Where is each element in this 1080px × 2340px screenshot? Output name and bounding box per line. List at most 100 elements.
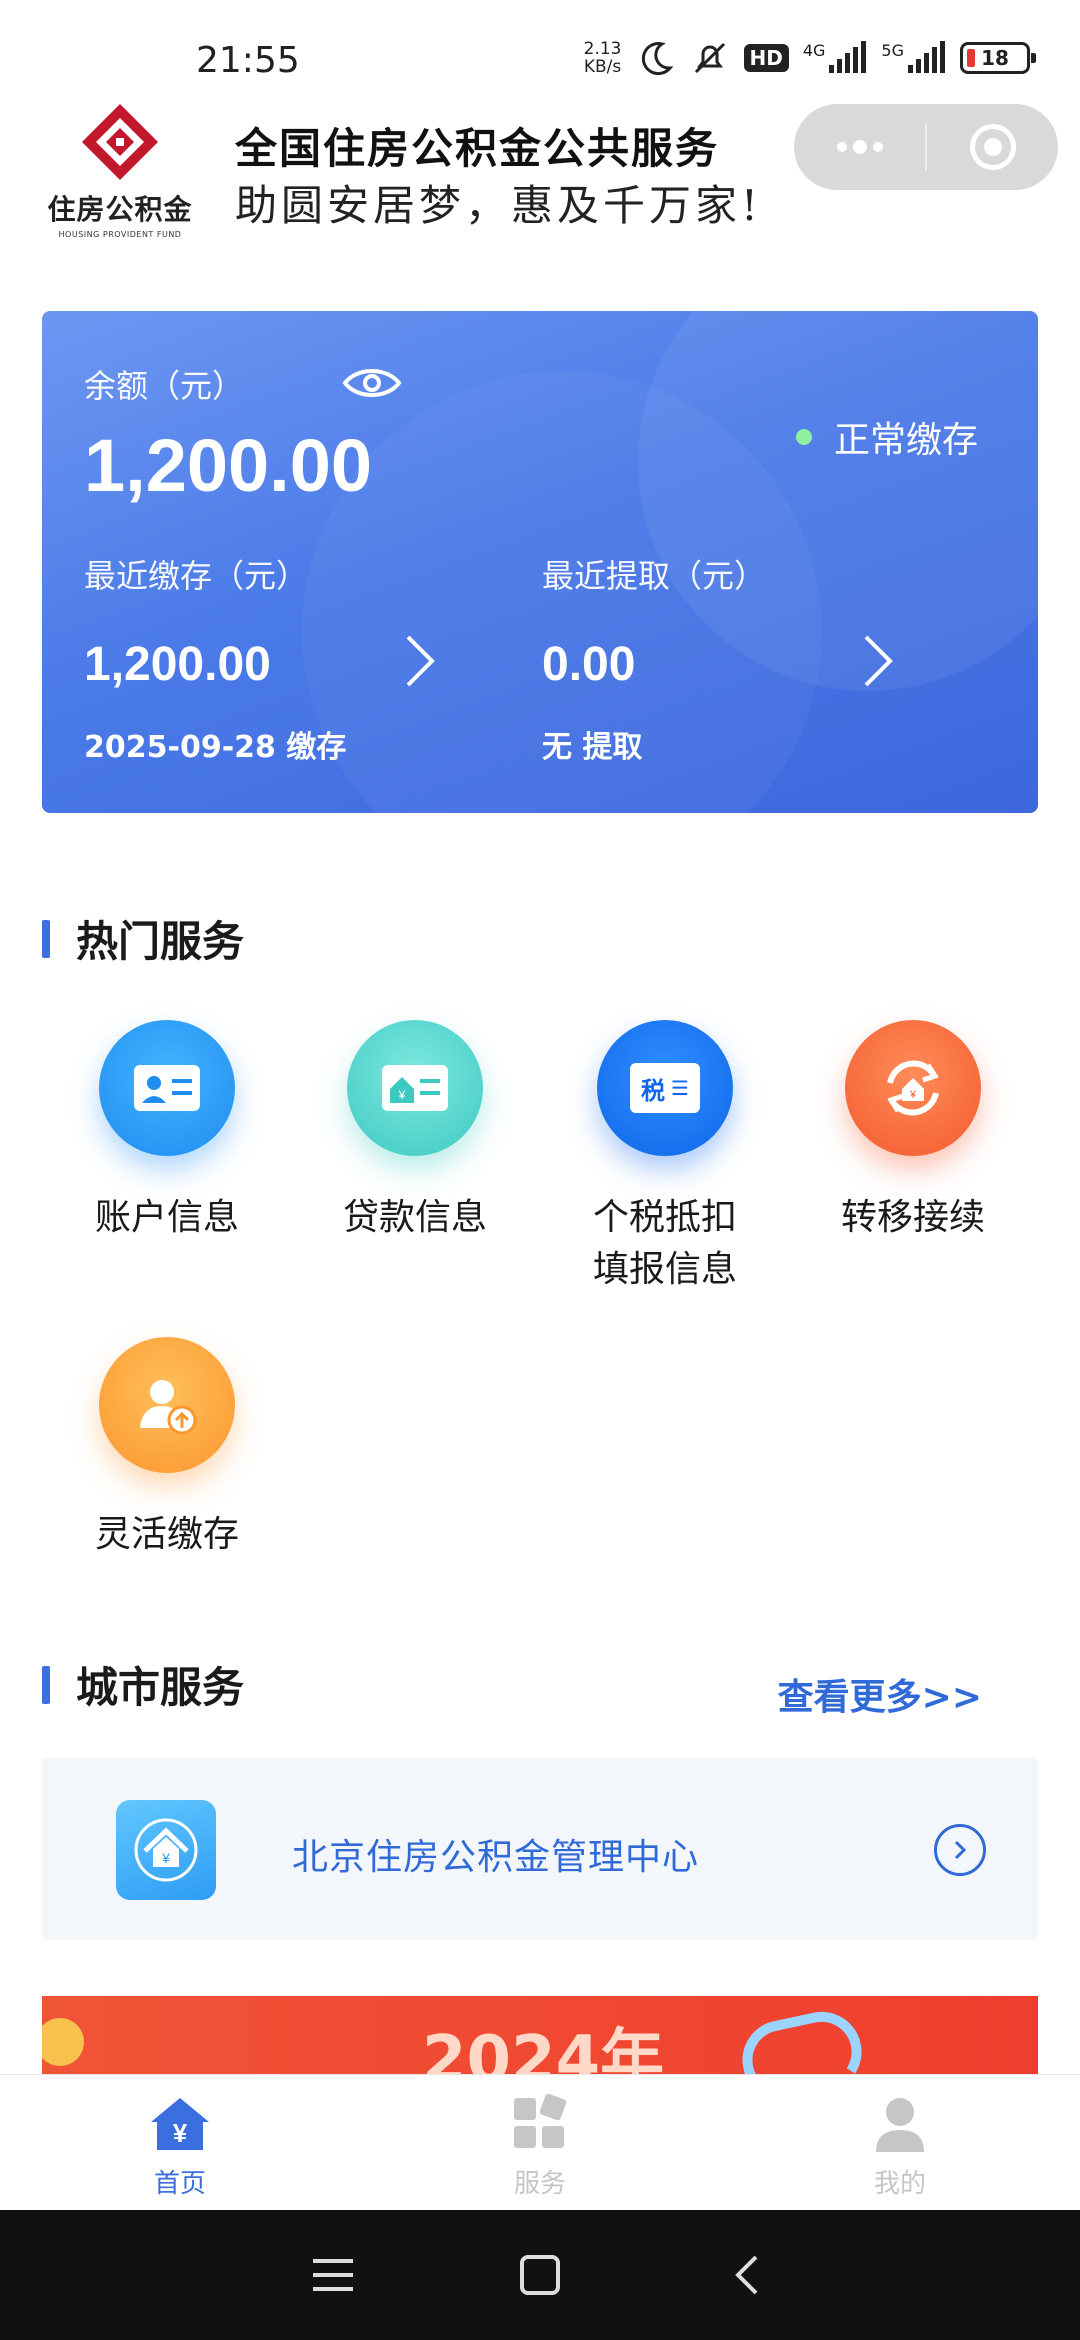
balance-label: 余额（元）	[84, 367, 245, 405]
tab-services[interactable]: 服务	[360, 2075, 720, 2210]
tax-icon-glyph: 税 ☰	[630, 1063, 700, 1113]
chevron-right-icon[interactable]	[858, 631, 898, 691]
back-arrow-icon	[734, 2255, 758, 2295]
status-dot-icon	[795, 429, 812, 445]
status-icons: 2.13 KB/s HD 4G 5G 18	[584, 38, 1036, 78]
svg-text:¥: ¥	[161, 1850, 170, 1866]
service-tax-deduction[interactable]: 税 ☰ 个税抵扣 填报信息	[540, 1020, 790, 1296]
account-card: 余额（元） 1,200.00 正常缴存 最近缴存（元） 1,200.00 202…	[42, 311, 1038, 813]
service-label-line2: 填报信息	[592, 1249, 737, 1290]
view-more-link[interactable]: 查看更多>>	[778, 1668, 982, 1720]
tax-icon: 税 ☰	[597, 1020, 733, 1156]
close-miniprogram-button[interactable]	[927, 104, 1058, 190]
home-nav-button[interactable]	[510, 2245, 570, 2305]
menu-nav-button[interactable]	[303, 2245, 363, 2305]
recent-withdraw-note: 无 提取	[542, 730, 643, 765]
home-icon: ¥	[145, 2091, 215, 2157]
logo-text: 住房公积金	[47, 193, 193, 226]
city-center-icon: ¥	[116, 1800, 216, 1900]
miniprogram-capsule	[794, 104, 1058, 190]
network-5g-label: 5G	[881, 41, 904, 60]
tax-lines-icon: ☰	[671, 1076, 689, 1100]
recent-deposit-note: 2025-09-28 缴存	[84, 730, 347, 765]
hot-services-title: 热门服务	[76, 917, 245, 966]
net-speed-unit: KB/s	[583, 57, 622, 77]
hd-icon: HD	[743, 44, 789, 72]
service-label: 灵活缴存	[94, 1514, 239, 1555]
tab-profile[interactable]: 我的	[720, 2075, 1080, 2210]
header-subtitle: 助圆安居梦，惠及千万家!	[235, 181, 762, 230]
promo-banner[interactable]: 2024年	[42, 1996, 1038, 2074]
swirl-decoration	[734, 2004, 870, 2074]
loan-card-icon: ¥	[347, 1020, 483, 1156]
hot-services-heading: 热门服务	[42, 908, 244, 969]
bottom-tab-bar: ¥ 首页 服务 我的	[0, 2074, 1080, 2210]
service-flexible-deposit[interactable]: 灵活缴存	[42, 1337, 292, 1561]
service-label: 账户信息	[94, 1197, 239, 1238]
back-nav-button[interactable]	[717, 2245, 777, 2305]
logo-subtext: HOUSING PROVIDENT FUND	[58, 230, 182, 239]
network-4g-label: 4G	[802, 41, 826, 60]
banner-text: 2024年	[422, 2023, 665, 2074]
service-account-info[interactable]: 账户信息	[42, 1020, 292, 1244]
moon-icon	[641, 42, 673, 76]
city-services-title: 城市服务	[76, 1663, 245, 1712]
status-bar: 21:55 2.13 KB/s HD 4G 5G 18	[0, 0, 1080, 100]
service-label: 转移接续	[840, 1197, 985, 1238]
recent-withdraw[interactable]: 最近提取（元） 0.00 无 提取	[542, 551, 766, 766]
recent-withdraw-value: 0.00	[542, 638, 636, 691]
recent-withdraw-label: 最近提取（元）	[542, 557, 767, 595]
mute-icon	[694, 42, 725, 74]
square-icon	[519, 2255, 560, 2295]
battery-icon: 18	[960, 42, 1036, 74]
tab-label: 服务	[513, 2169, 566, 2199]
service-label: 贷款信息	[342, 1197, 487, 1238]
more-dots-icon	[836, 140, 883, 154]
balance-value: 1,200.00	[84, 424, 373, 507]
status-time: 21:55	[196, 40, 300, 81]
tab-label: 首页	[153, 2169, 206, 2199]
coin-icon	[42, 2018, 84, 2066]
account-status-text: 正常缴存	[833, 420, 978, 461]
eye-icon[interactable]	[342, 363, 402, 403]
chevron-right-icon[interactable]	[400, 631, 440, 691]
header-title: 全国住房公积金公共服务	[235, 124, 720, 173]
signal-5g: 5G	[881, 41, 946, 75]
signal-icon	[829, 41, 867, 73]
logo: 住房公积金 HOUSING PROVIDENT FUND	[40, 102, 200, 239]
more-menu-button[interactable]	[794, 104, 925, 190]
target-icon	[969, 124, 1016, 170]
profile-icon	[865, 2091, 935, 2157]
battery-level: 18	[981, 46, 1009, 70]
menu-icon	[313, 2259, 354, 2291]
city-service-name: 北京住房公积金管理中心	[292, 1837, 700, 1878]
city-service-item[interactable]: ¥ 北京住房公积金管理中心	[42, 1758, 1038, 1940]
account-status: 正常缴存	[795, 411, 978, 463]
section-bar	[42, 919, 50, 958]
service-label-line1: 个税抵扣	[592, 1197, 737, 1238]
chevron-right-circle-icon[interactable]	[934, 1824, 986, 1876]
recent-deposit[interactable]: 最近缴存（元） 1,200.00 2025-09-28 缴存	[84, 551, 346, 766]
services-icon	[505, 2091, 575, 2157]
system-nav-bar	[0, 2210, 1080, 2340]
account-card-icon	[99, 1020, 235, 1156]
section-bar	[42, 1665, 50, 1704]
recent-deposit-value: 1,200.00	[84, 638, 271, 691]
service-transfer[interactable]: ¥ 转移接续	[788, 1020, 1038, 1244]
tab-home[interactable]: ¥ 首页	[0, 2075, 360, 2210]
service-loan-info[interactable]: ¥ 贷款信息	[290, 1020, 540, 1244]
flexible-deposit-icon	[99, 1337, 235, 1473]
net-speed: 2.13 KB/s	[584, 40, 622, 76]
tax-icon-text: 税	[641, 1076, 666, 1105]
city-services-heading: 城市服务	[42, 1654, 244, 1715]
svg-text:¥: ¥	[173, 2118, 188, 2148]
signal-icon	[908, 41, 945, 73]
signal-4g: 4G	[803, 41, 868, 75]
recent-deposit-label: 最近缴存（元）	[84, 557, 309, 595]
provident-fund-logo-icon	[82, 104, 158, 180]
net-speed-value: 2.13	[583, 39, 622, 59]
transfer-icon: ¥	[845, 1020, 981, 1156]
svg-text:¥: ¥	[909, 1089, 917, 1101]
app-header: 住房公积金 HOUSING PROVIDENT FUND 全国住房公积金公共服务…	[0, 100, 1080, 250]
svg-text:¥: ¥	[398, 1088, 406, 1102]
